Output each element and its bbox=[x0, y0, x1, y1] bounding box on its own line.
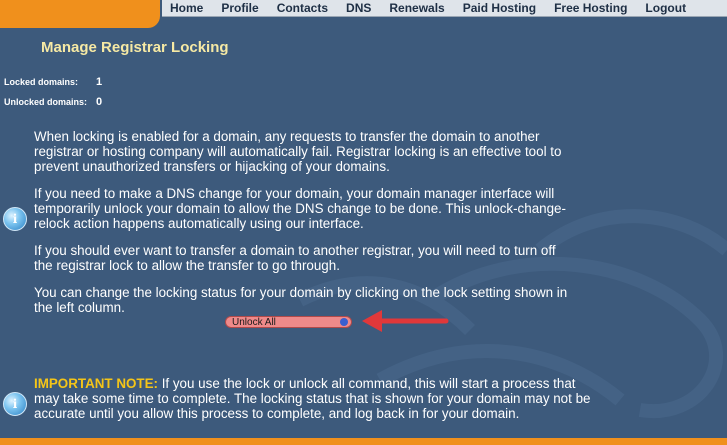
nav-free-hosting[interactable]: Free Hosting bbox=[545, 0, 636, 16]
red-arrow-icon bbox=[362, 310, 449, 332]
important-note: IMPORTANT NOTE: If you use the lock or u… bbox=[34, 376, 594, 421]
nav-dns[interactable]: DNS bbox=[337, 0, 380, 16]
info-paragraph: If you need to make a DNS change for you… bbox=[34, 186, 566, 231]
nav-renewals[interactable]: Renewals bbox=[380, 0, 453, 16]
top-nav: Home Profile Contacts DNS Renewals Paid … bbox=[162, 0, 727, 17]
info-icon: i bbox=[3, 392, 27, 416]
info-paragraph: When locking is enabled for a domain, an… bbox=[34, 129, 562, 174]
nav-paid-hosting[interactable]: Paid Hosting bbox=[454, 0, 545, 16]
locked-label: Locked domains: bbox=[4, 77, 79, 87]
unlocked-count: 0 bbox=[96, 96, 103, 108]
domain-stats: Locked domains: 1 Unlocked domains: 0 bbox=[4, 72, 102, 112]
locked-stat: Locked domains: 1 bbox=[4, 72, 102, 92]
unlocked-label: Unlocked domains: bbox=[4, 97, 88, 107]
info-paragraph: You can change the locking status for yo… bbox=[34, 285, 568, 315]
info-icon: i bbox=[3, 207, 27, 231]
nav-contacts[interactable]: Contacts bbox=[268, 0, 337, 16]
locking-info: When locking is enabled for a domain, an… bbox=[34, 129, 574, 327]
note-label: IMPORTANT NOTE: bbox=[34, 376, 158, 391]
page-title: Manage Registrar Locking bbox=[41, 39, 229, 56]
nav-logout[interactable]: Logout bbox=[636, 0, 695, 16]
unlock-all-label: Unlock All bbox=[232, 316, 276, 328]
nav-home[interactable]: Home bbox=[162, 0, 212, 16]
nav-profile[interactable]: Profile bbox=[212, 0, 267, 16]
footer-bar bbox=[0, 438, 727, 445]
unlock-all-button[interactable]: Unlock All bbox=[225, 316, 352, 328]
unlocked-stat: Unlocked domains: 0 bbox=[4, 92, 102, 112]
header-orange-tab bbox=[0, 0, 160, 28]
toggle-knob-icon bbox=[340, 318, 348, 326]
locked-count: 1 bbox=[96, 76, 103, 88]
info-paragraph: If you should ever want to transfer a do… bbox=[34, 243, 556, 273]
